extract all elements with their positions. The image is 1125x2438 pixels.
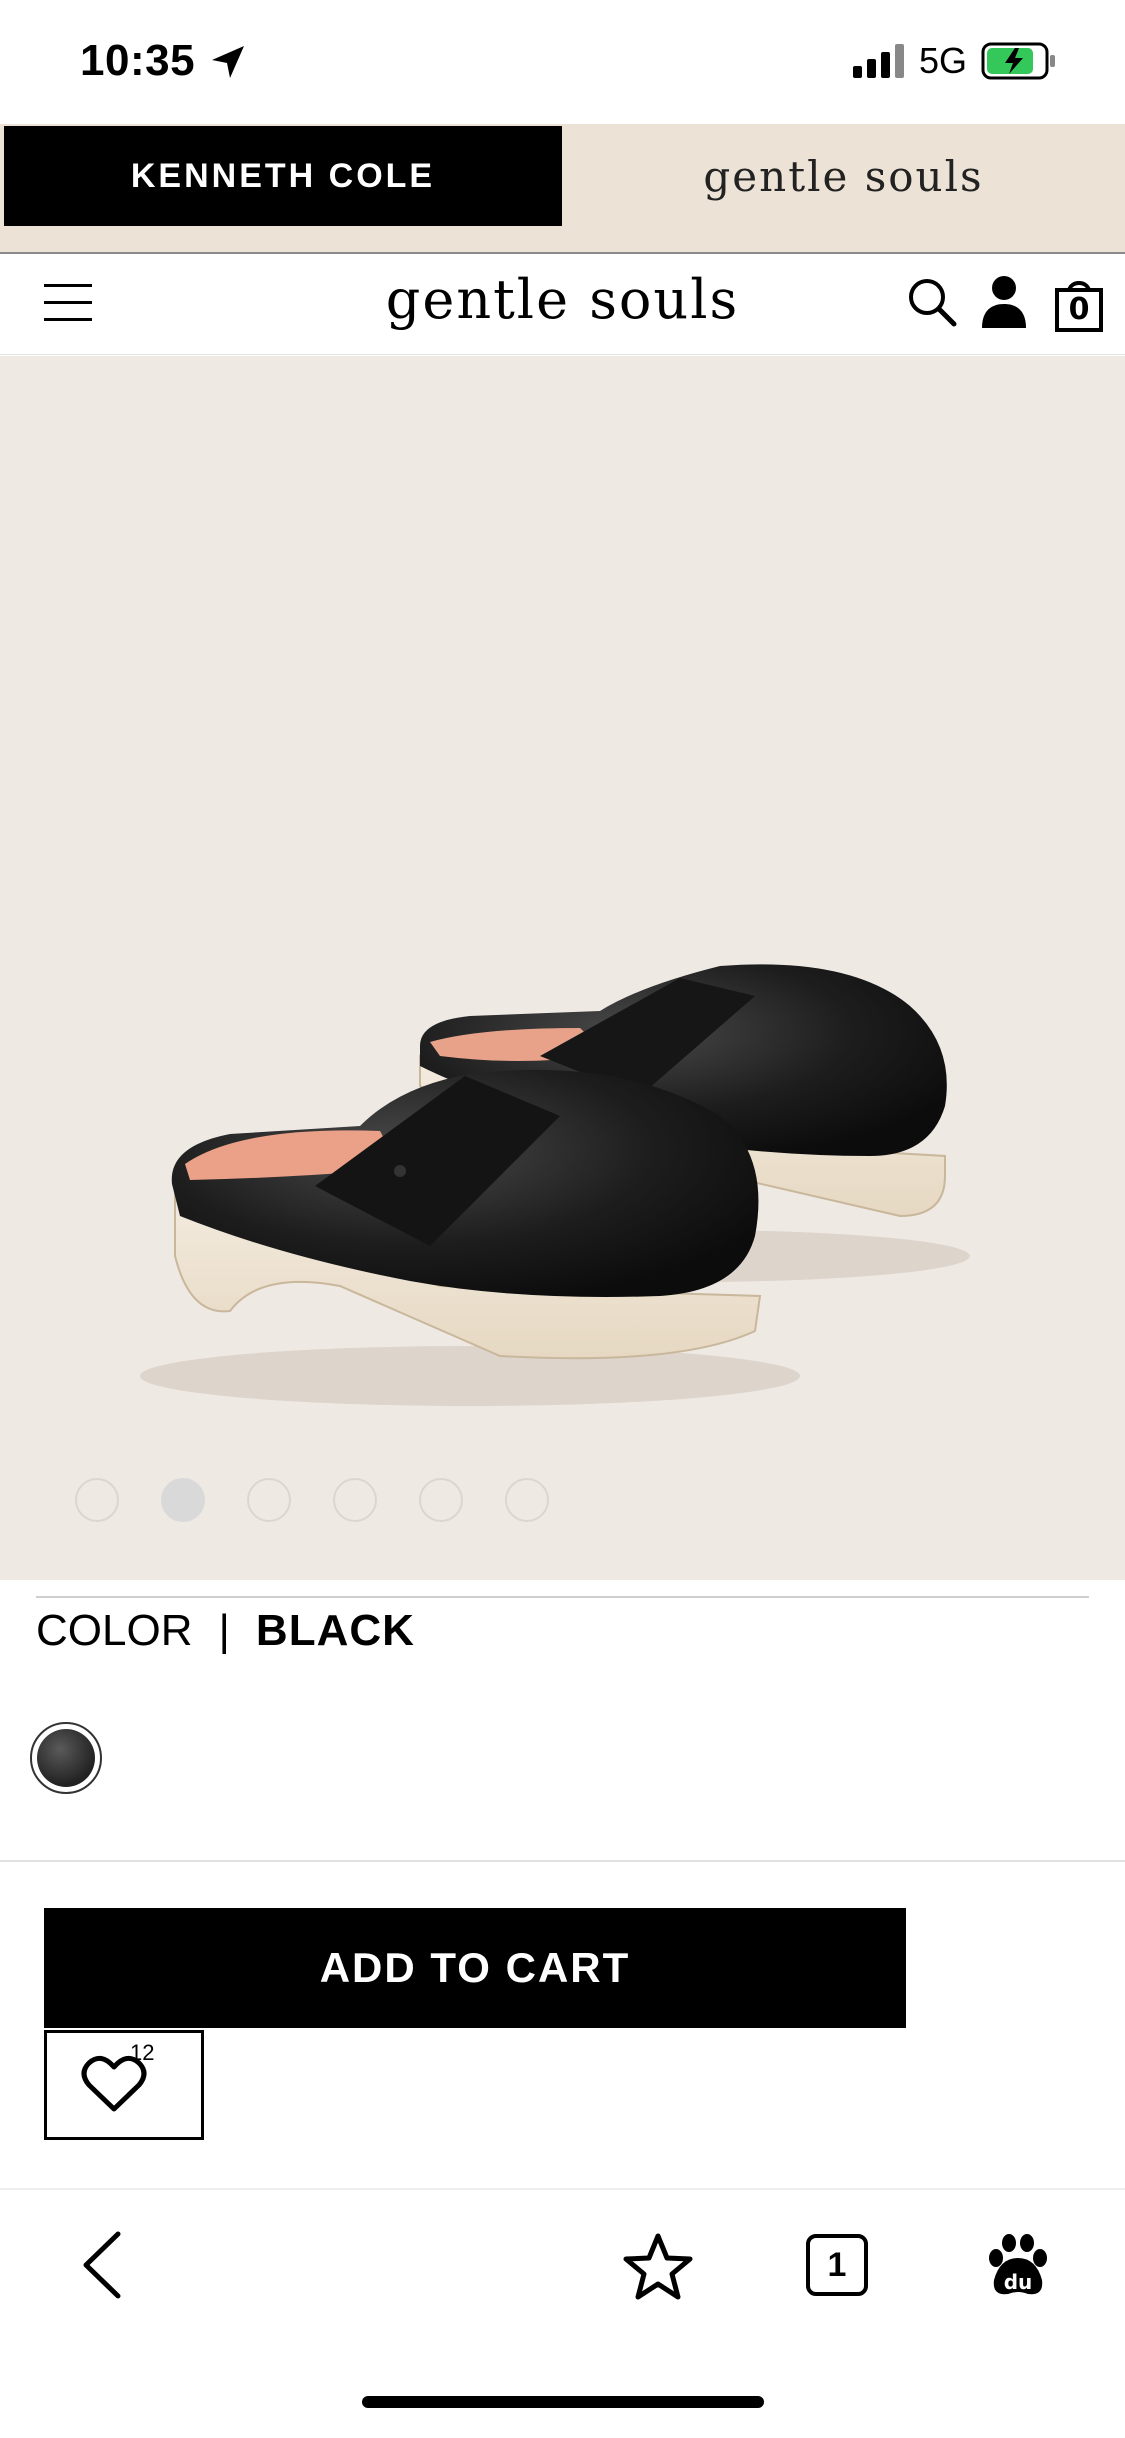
- search-icon[interactable]: [906, 276, 958, 328]
- tab-count: 1: [827, 2245, 847, 2284]
- carousel-dot[interactable]: [419, 1478, 463, 1522]
- status-time: 10:35: [80, 36, 195, 86]
- color-swatch-black[interactable]: [30, 1722, 102, 1794]
- account-icon[interactable]: [980, 274, 1028, 328]
- status-indicators: 5G: [852, 40, 1057, 82]
- carousel-dot[interactable]: [505, 1478, 549, 1522]
- carousel-dots: [75, 1478, 549, 1522]
- wishlist-button[interactable]: [44, 2030, 204, 2140]
- location-arrow-icon: [212, 46, 244, 78]
- tabs-icon[interactable]: 1: [806, 2234, 868, 2296]
- cart-icon[interactable]: 0: [1054, 274, 1104, 332]
- brand-tab-label: gentle souls: [703, 151, 984, 201]
- carousel-dot[interactable]: [333, 1478, 377, 1522]
- star-icon[interactable]: [622, 2232, 694, 2300]
- color-selection-label: COLOR | BLACK: [36, 1606, 415, 1656]
- carousel-dot[interactable]: [247, 1478, 291, 1522]
- divider: [36, 1596, 1089, 1598]
- add-to-cart-button[interactable]: ADD TO CART: [44, 1908, 906, 2028]
- brand-tab-gentle-souls[interactable]: gentle souls: [562, 126, 1125, 226]
- battery-icon: [981, 42, 1055, 80]
- color-label: COLOR: [36, 1606, 193, 1655]
- home-indicator: [362, 2396, 764, 2408]
- back-icon[interactable]: [78, 2230, 126, 2300]
- product-photo: [140, 964, 970, 1406]
- brand-tab-kenneth-cole[interactable]: KENNETH COLE: [4, 126, 562, 226]
- color-separator: |: [218, 1606, 230, 1655]
- brand-tab-label: KENNETH COLE: [130, 156, 436, 195]
- wishlist-count: 12: [130, 2040, 155, 2065]
- menu-icon[interactable]: [44, 284, 92, 324]
- carousel-dot-active[interactable]: [161, 1478, 205, 1522]
- color-value: BLACK: [255, 1606, 415, 1655]
- cart-count: 0: [1068, 292, 1090, 327]
- paw-icon[interactable]: du: [986, 2232, 1050, 2298]
- swatch-fill: [37, 1729, 95, 1787]
- signal-icon: [852, 44, 904, 78]
- carousel-dot[interactable]: [75, 1478, 119, 1522]
- time-text: 10:35: [80, 36, 196, 85]
- product-image[interactable]: [0, 356, 1125, 1580]
- divider: [0, 1860, 1125, 1862]
- network-label: 5G: [918, 40, 967, 81]
- svg-text:du: du: [1004, 2270, 1033, 2294]
